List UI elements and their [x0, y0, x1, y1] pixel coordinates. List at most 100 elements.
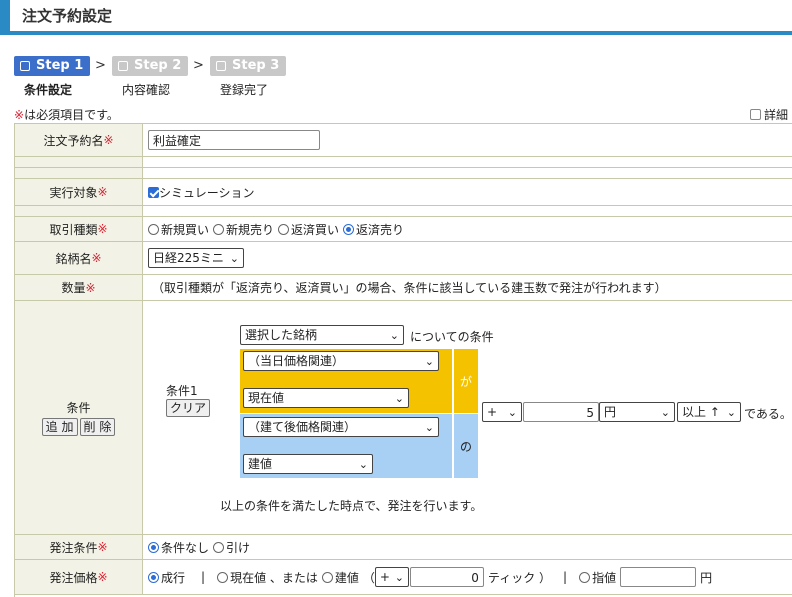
delete-condition-button[interactable]: 削 除 — [79, 418, 116, 436]
row-symbol: 銘柄名 ※ 日経225ミニ ⌄ — [15, 242, 792, 275]
condition-suffix: である。 — [744, 407, 792, 421]
chevron-down-icon: ⌄ — [726, 406, 736, 419]
chevron-down-icon: ⌄ — [660, 406, 670, 419]
trade-close-buy[interactable]: 返済買い — [278, 221, 339, 238]
tick-sign-select[interactable]: + ⌄ — [374, 567, 409, 587]
radio-close-buy[interactable] — [278, 223, 290, 235]
required-mark: ※ — [14, 108, 25, 122]
page-title: 注文予約設定 — [22, 7, 113, 25]
spacer-row — [15, 157, 792, 168]
radio-market[interactable] — [148, 571, 159, 583]
condition-editor: 条件1 クリア 選択した銘柄 ⌄ についての条件 が （当日価格関連） ⌄ 現在値 ⌄… — [144, 301, 792, 534]
connector-no: の — [454, 414, 478, 478]
separator: | — [201, 570, 206, 584]
required-note-text: は必須項目です。 — [24, 108, 119, 122]
chevron-down-icon: ⌄ — [358, 458, 368, 471]
order-name-input[interactable]: 利益確定 — [148, 130, 320, 150]
spacer-row — [15, 206, 792, 217]
title-bar: 注文予約設定 — [0, 0, 792, 35]
radio-cond-none[interactable] — [148, 541, 159, 553]
chevron-down-icon: ⌄ — [424, 421, 434, 434]
radio-new-sell[interactable] — [213, 223, 225, 235]
target-suffix: についての条件 — [410, 330, 494, 344]
detail-checkbox[interactable] — [750, 109, 761, 120]
trade-new-buy[interactable]: 新規買い — [148, 221, 209, 238]
step-3-badge: Step 3 — [210, 56, 286, 76]
amount-input[interactable]: 5 — [523, 402, 599, 422]
limit-price-input[interactable] — [620, 567, 697, 587]
target-select[interactable]: 選択した銘柄 ⌄ — [240, 325, 404, 345]
step-separator: > — [95, 58, 106, 73]
label-quantity: 数量 ※ — [15, 275, 143, 300]
step-2-caption: 内容確認 — [122, 83, 171, 97]
step-square-icon — [118, 61, 128, 71]
trade-close-sell[interactable]: 返済売り — [343, 221, 404, 238]
paren-open: （ — [362, 570, 375, 585]
category2-select[interactable]: （建て後価格関連） ⌄ — [243, 417, 439, 437]
chevron-down-icon: ⌄ — [424, 355, 434, 368]
row-order-condition: 発注条件 ※ 条件なし 引け — [15, 535, 792, 560]
add-condition-button[interactable]: 追 加 — [41, 418, 78, 436]
radio-cond-close[interactable] — [213, 541, 225, 553]
condition-footer: 以上の条件を満たした時点で、発注を行います。 — [220, 499, 483, 513]
step-1-caption: 条件設定 — [24, 83, 73, 97]
field1-select[interactable]: 現在値 ⌄ — [243, 388, 409, 408]
row-target: 実行対象 ※ シミュレーション — [15, 179, 792, 206]
label-order-condition: 発注条件 ※ — [15, 535, 143, 559]
label-trade-type: 取引種類 ※ — [15, 217, 143, 241]
detail-label: 詳細 — [764, 108, 789, 122]
category1-select[interactable]: （当日価格関連） ⌄ — [243, 351, 439, 371]
simulation-checkbox[interactable] — [148, 186, 159, 198]
chevron-down-icon: ⌄ — [389, 329, 399, 342]
condition-item-label: 条件1 — [166, 384, 198, 398]
label-condition: 条件 追 加 削 除 — [15, 301, 143, 534]
radio-new-buy[interactable] — [148, 223, 159, 235]
spacer-row — [15, 168, 792, 179]
label-order-price: 発注価格 ※ — [15, 560, 143, 594]
row-order-name: 注文予約名 ※ 利益確定 — [15, 124, 792, 157]
simulation-label: シミュレーション — [159, 185, 255, 200]
radio-limit[interactable] — [579, 571, 591, 583]
step-separator: > — [193, 58, 204, 73]
order-cond-close[interactable]: 引け — [213, 539, 250, 556]
tick-input[interactable]: 0 — [409, 567, 484, 587]
radio-current[interactable] — [217, 571, 229, 583]
step-3-caption: 登録完了 — [220, 83, 269, 97]
label-order-name: 注文予約名 ※ — [15, 124, 143, 156]
price-current-or[interactable]: 現在値 、または — [217, 569, 318, 586]
required-note: ※は必須項目です。 — [14, 106, 119, 123]
separator: | — [563, 570, 568, 584]
connector-ga: が — [454, 349, 478, 413]
chevron-down-icon: ⌄ — [394, 392, 404, 405]
field2-select[interactable]: 建値 ⌄ — [243, 454, 373, 474]
sign-select[interactable]: + ⌄ — [482, 402, 522, 422]
condition-title: 条件 — [66, 401, 91, 415]
chevron-down-icon: ⌄ — [394, 571, 404, 584]
title-accent — [0, 0, 10, 34]
step-square-icon — [216, 61, 226, 71]
title-underline — [0, 31, 792, 35]
yen-label: 円 — [700, 570, 713, 585]
clear-condition-button[interactable]: クリア — [166, 399, 211, 417]
step-3-label: Step 3 — [232, 58, 280, 73]
order-form-table: 注文予約名 ※ 利益確定 実行対象 ※ シミュレーション 取引種類 ※ 新規買い 新規… — [14, 123, 792, 597]
price-entry[interactable]: 建値 — [321, 569, 359, 586]
row-order-price: 発注価格 ※ 成行 | 現在値 、または 建値 （ + ⌄ 0 ティック ） | 指… — [15, 560, 792, 595]
row-condition: 条件 追 加 削 除 条件1 クリア 選択した銘柄 ⌄ についての条件 が （当日… — [15, 301, 792, 535]
comparison-select[interactable]: 以上 ↑ ⌄ — [677, 402, 741, 422]
step-square-icon — [20, 61, 30, 71]
tick-label: ティック ） — [487, 570, 552, 585]
label-symbol: 銘柄名 ※ — [15, 242, 143, 274]
detail-toggle[interactable]: 詳細 — [750, 106, 788, 123]
trade-new-sell[interactable]: 新規売り — [213, 221, 274, 238]
row-quantity: 数量 ※ （取引種類が「返済売り、返済買い」の場合、条件に該当している建玉数で発注… — [15, 275, 792, 301]
chevron-down-icon: ⌄ — [507, 406, 517, 419]
order-cond-none[interactable]: 条件なし — [148, 539, 209, 556]
price-market[interactable]: 成行 — [148, 569, 185, 586]
unit-select[interactable]: 円 ⌄ — [599, 402, 675, 422]
radio-entry[interactable] — [321, 571, 333, 583]
radio-close-sell[interactable] — [343, 223, 355, 235]
price-limit[interactable]: 指値 — [579, 569, 616, 586]
symbol-select[interactable]: 日経225ミニ ⌄ — [148, 248, 244, 268]
label-target: 実行対象 ※ — [15, 179, 143, 205]
